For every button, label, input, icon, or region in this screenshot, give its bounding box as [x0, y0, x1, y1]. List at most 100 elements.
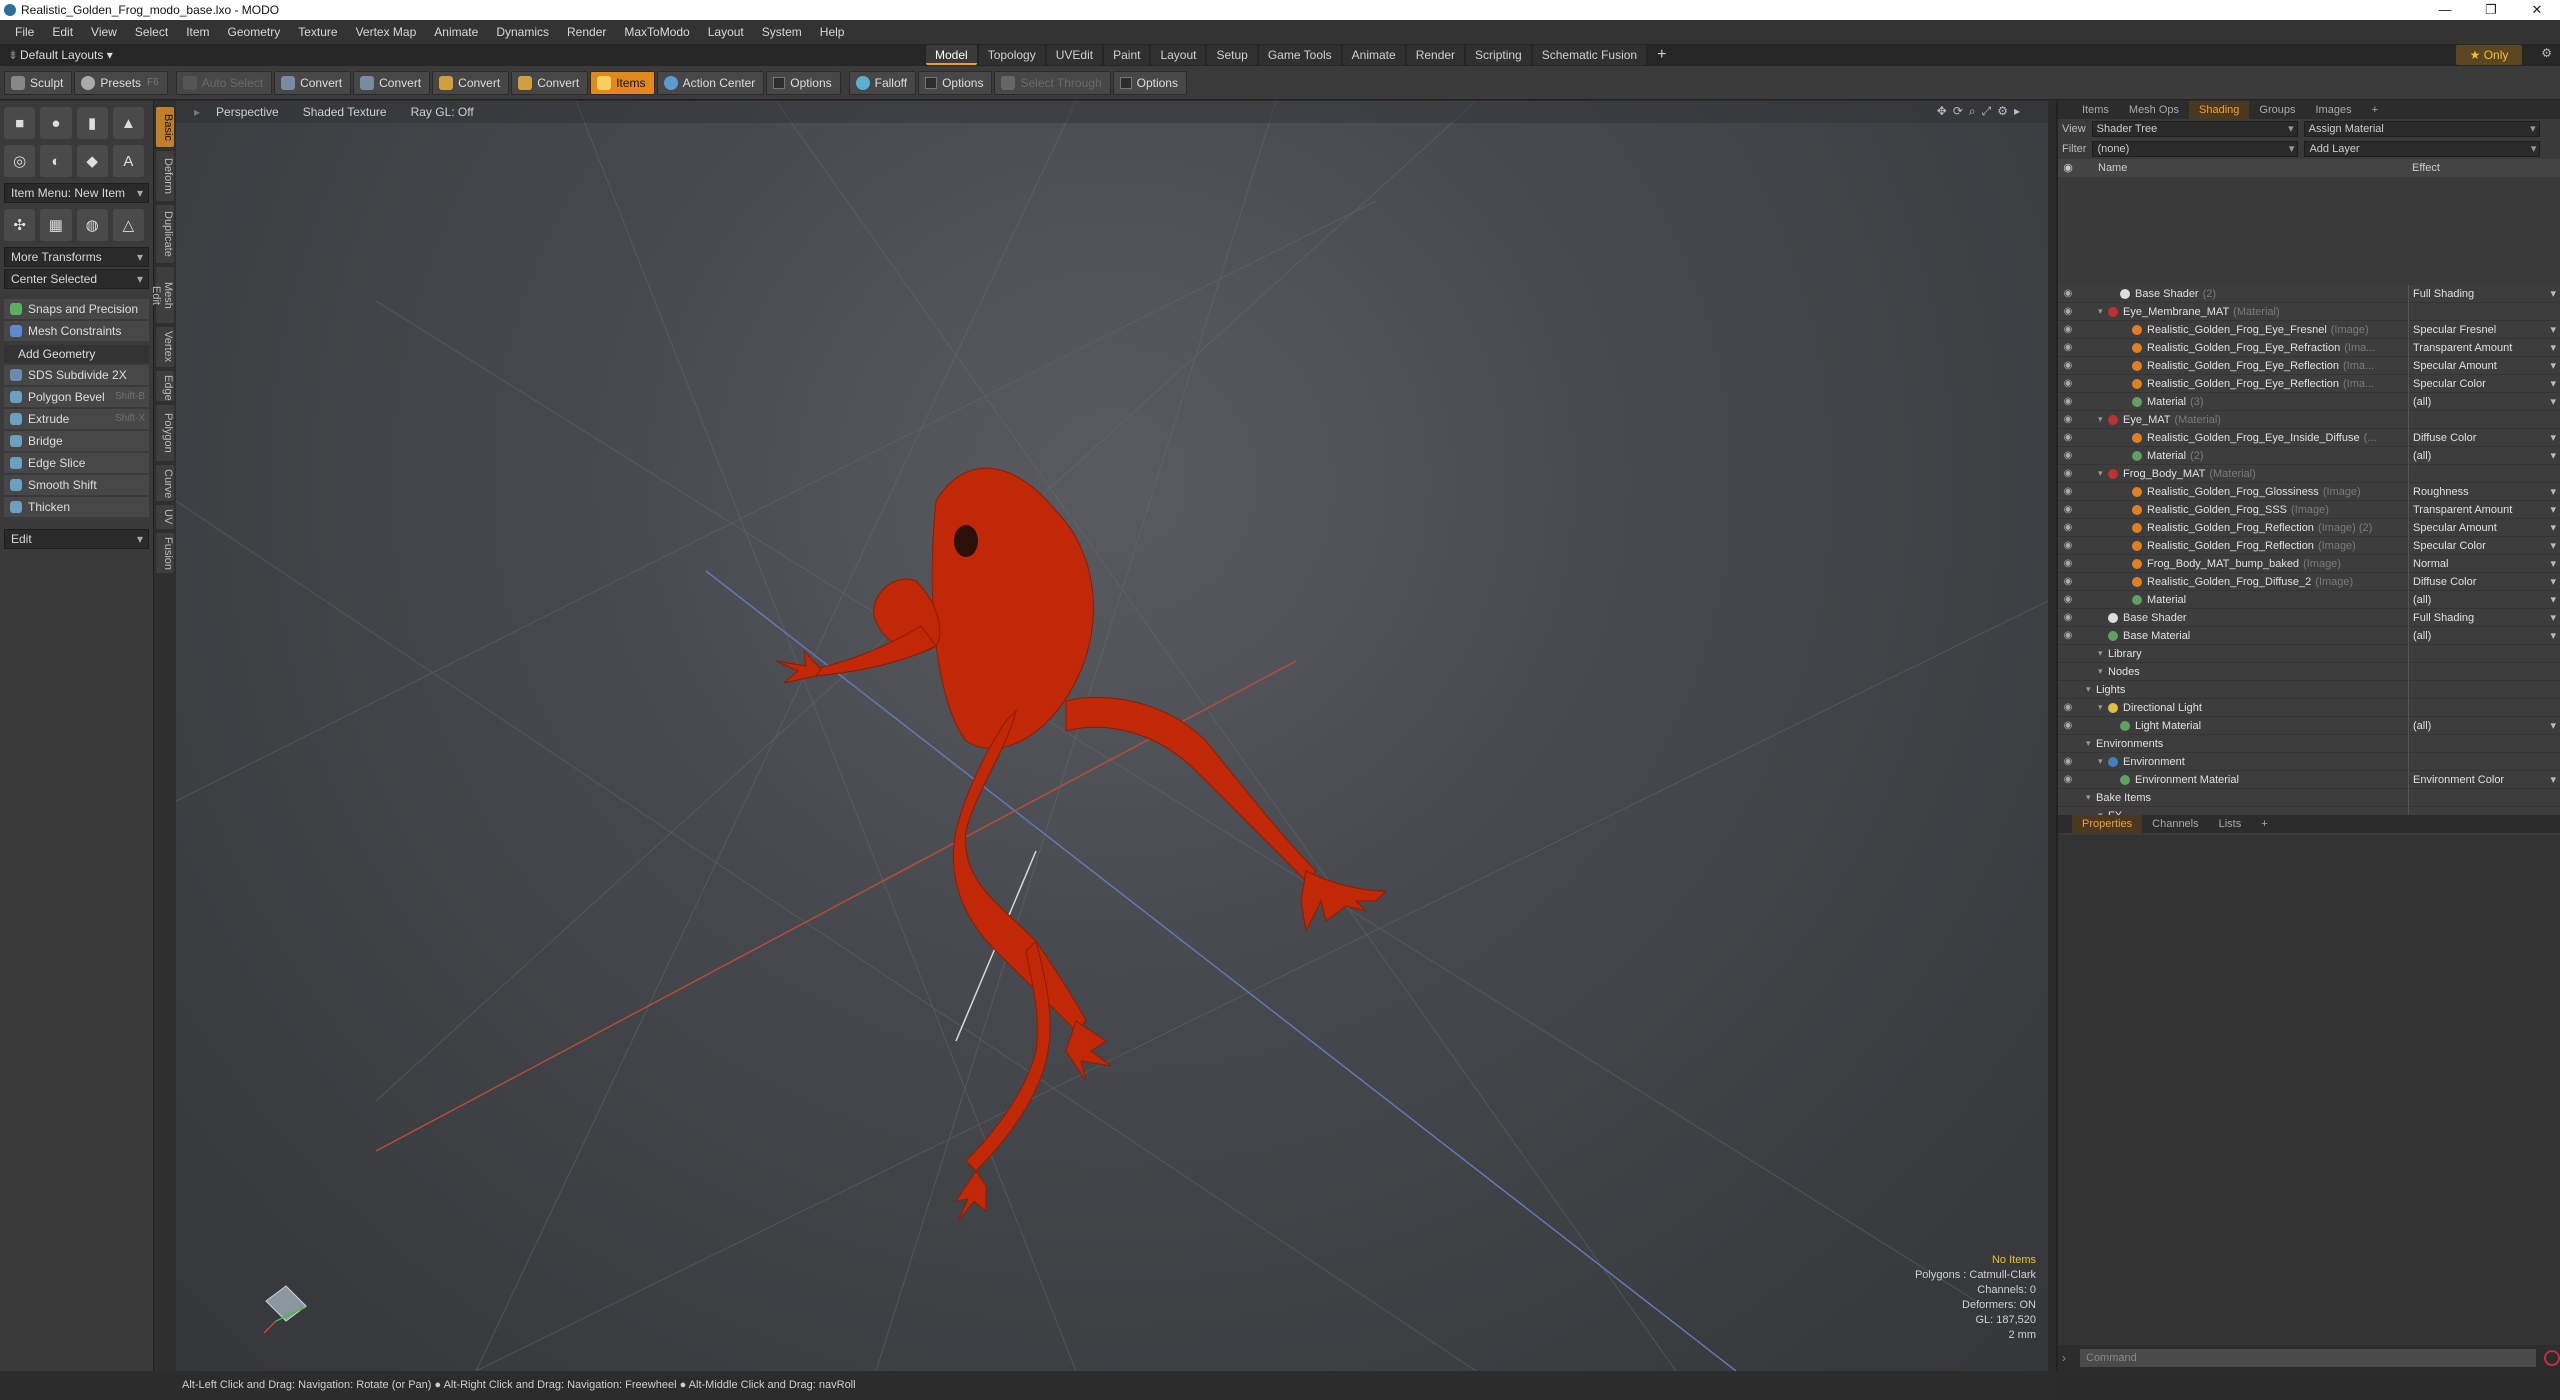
add-layer-dropdown[interactable]: Add Layer	[2304, 141, 2541, 157]
vtab-edge[interactable]: Edge	[156, 371, 174, 401]
tree-effect[interactable]	[2408, 302, 2560, 321]
tab-schematic-fusion[interactable]: Schematic Fusion	[1532, 45, 1647, 65]
menu-item-edit[interactable]: Edit	[43, 20, 82, 44]
expand-triangle-icon[interactable]: ▾	[2098, 756, 2108, 767]
tree-row[interactable]: ◉ Realistic_Golden_Frog_Eye_Reflection (Im…	[2058, 374, 2560, 393]
tree-row[interactable]: ◉ Realistic_Golden_Frog_Eye_Refraction (Im…	[2058, 338, 2560, 357]
minimize-button[interactable]: —	[2422, 0, 2468, 20]
command-history-icon[interactable]	[2544, 1350, 2560, 1366]
tree-row[interactable]: ◉ Light Material (all) ▾	[2058, 716, 2560, 735]
tree-effect[interactable]: Roughness ▾	[2408, 482, 2560, 501]
tree-effect[interactable]: Specular Color ▾	[2408, 536, 2560, 555]
plane-icon[interactable]: ◆	[76, 145, 108, 177]
panel-tab-properties[interactable]: Properties	[2072, 815, 2143, 833]
dropdown-arrow-icon[interactable]: ▾	[2550, 591, 2556, 609]
tree-effect[interactable]: (all) ▾	[2408, 716, 2560, 735]
panel-tab-shading[interactable]: Shading	[2189, 101, 2250, 119]
add-geometry-header[interactable]: Add Geometry	[4, 345, 149, 363]
panel-tab-groups[interactable]: Groups	[2249, 101, 2305, 119]
tab-paint[interactable]: Paint	[1104, 45, 1150, 65]
tool-extrude[interactable]: Extrude Shift-X	[4, 409, 149, 429]
tree-effect[interactable]	[2408, 410, 2560, 429]
tree-effect[interactable]	[2408, 734, 2560, 753]
mesh-constraints-button[interactable]: Mesh Constraints	[4, 321, 149, 341]
vtab-basic[interactable]: Basic	[156, 107, 174, 147]
vtab-curve[interactable]: Curve	[156, 465, 174, 501]
tree-effect[interactable]	[2408, 662, 2560, 681]
tree-row[interactable]: ◉ Frog_Body_MAT_bump_baked (Image) Normal ▾	[2058, 554, 2560, 573]
dropdown-arrow-icon[interactable]: ▾	[2550, 429, 2556, 447]
dropdown-arrow-icon[interactable]: ▾	[2550, 483, 2556, 501]
tree-row[interactable]: ◉ Environment Material Environment Color ▾	[2058, 770, 2560, 789]
capsule-icon[interactable]: ◐	[40, 145, 72, 177]
dropdown-arrow-icon[interactable]: ▾	[2550, 357, 2556, 375]
tree-row[interactable]: ◉ Realistic_Golden_Frog_Eye_Inside_Diffus…	[2058, 428, 2560, 447]
vtab-vertex[interactable]: Vertex	[156, 327, 174, 367]
tree-row[interactable]: ◉ ▾ Eye_Membrane_MAT (Material)	[2058, 302, 2560, 321]
tree-effect[interactable]: (all) ▾	[2408, 392, 2560, 411]
tree-effect[interactable]	[2408, 680, 2560, 699]
tree-row[interactable]: ◉ Base Shader (2) Full Shading ▾	[2058, 285, 2560, 303]
dropdown-arrow-icon[interactable]: ▾	[2550, 627, 2556, 645]
visibility-eye-icon[interactable]: ◉	[2058, 774, 2078, 785]
visibility-eye-icon[interactable]: ◉	[2058, 396, 2078, 407]
tree-effect[interactable]: Full Shading ▾	[2408, 285, 2560, 303]
assign-material-dropdown[interactable]: Assign Material	[2303, 121, 2540, 137]
tree-effect[interactable]: Diffuse Color ▾	[2408, 428, 2560, 447]
tab-uvedit[interactable]: UVEdit	[1046, 45, 1103, 65]
tree-effect[interactable]: Normal ▾	[2408, 554, 2560, 573]
tree-effect[interactable]	[2408, 464, 2560, 483]
raygl-button[interactable]: Ray GL: Off	[399, 105, 486, 119]
cylinder-icon[interactable]: ▮	[76, 107, 108, 139]
menu-item-dynamics[interactable]: Dynamics	[487, 20, 558, 44]
dropdown-arrow-icon[interactable]: ▾	[2550, 555, 2556, 573]
action-center-button[interactable]: Action Center	[656, 70, 765, 95]
tab-layout[interactable]: Layout	[1151, 45, 1206, 65]
dropdown-arrow-icon[interactable]: ▾	[2550, 537, 2556, 555]
dropdown-arrow-icon[interactable]: ▾	[2550, 375, 2556, 393]
visibility-eye-icon[interactable]: ◉	[2058, 612, 2078, 623]
tab-topology[interactable]: Topology	[978, 45, 1045, 65]
pyramid-icon[interactable]: △	[112, 209, 144, 241]
menu-item-system[interactable]: System	[753, 20, 811, 44]
globe-icon[interactable]: ◍	[76, 209, 108, 241]
tree-row[interactable]: ◉ ▾ Directional Light	[2058, 698, 2560, 717]
tree-row[interactable]: ◉ ▾ Environment	[2058, 752, 2560, 771]
frog-model[interactable]	[775, 467, 1388, 1222]
effect-column-header[interactable]: Effect	[2408, 159, 2440, 177]
tab-game-tools[interactable]: Game Tools	[1258, 45, 1341, 65]
tree-row[interactable]: ◉ ▾ Eye_MAT (Material)	[2058, 410, 2560, 429]
name-column-header[interactable]: Name	[2078, 159, 2408, 177]
menu-item-animate[interactable]: Animate	[425, 20, 487, 44]
tree-row[interactable]: ▾ Nodes	[2058, 662, 2560, 681]
menu-item-view[interactable]: View	[82, 20, 126, 44]
panel-tab-lists[interactable]: Lists	[2209, 815, 2252, 833]
panel-tab-images[interactable]: Images	[2306, 101, 2362, 119]
cone-icon[interactable]: ▲	[112, 107, 144, 139]
panel-tab-mesh-ops[interactable]: Mesh Ops	[2119, 101, 2189, 119]
tool-smooth-shift[interactable]: Smooth Shift	[4, 475, 149, 495]
convert-edge-button[interactable]: Convert	[353, 70, 431, 95]
dropdown-arrow-icon[interactable]: ▾	[2550, 609, 2556, 627]
dropdown-arrow-icon[interactable]: ▾	[2550, 285, 2556, 303]
tree-row[interactable]: ▾ Lights	[2058, 680, 2560, 699]
menu-item-texture[interactable]: Texture	[289, 20, 346, 44]
add-panel-tab-icon[interactable]: +	[2251, 815, 2277, 833]
tree-row[interactable]: ◉ Base Shader Full Shading ▾	[2058, 608, 2560, 627]
text-icon[interactable]: A	[112, 145, 144, 177]
tree-row[interactable]: ◉ Realistic_Golden_Frog_SSS (Image) Transpa…	[2058, 500, 2560, 519]
tree-effect[interactable]: Transparent Amount ▾	[2408, 500, 2560, 519]
visibility-eye-icon[interactable]: ◉	[2058, 468, 2078, 479]
tree-row[interactable]: ◉ Realistic_Golden_Frog_Glossiness (Image)…	[2058, 482, 2560, 501]
vtab-polygon[interactable]: Polygon	[156, 405, 174, 461]
snaps-precision-button[interactable]: Snaps and Precision	[4, 299, 149, 319]
shading-mode-button[interactable]: Shaded Texture	[291, 105, 399, 119]
tool-polygon-bevel[interactable]: Polygon Bevel Shift-B	[4, 387, 149, 407]
cube-icon[interactable]: ■	[4, 107, 36, 139]
dropdown-arrow-icon[interactable]: ▾	[2550, 573, 2556, 591]
menu-item-help[interactable]: Help	[811, 20, 854, 44]
grid-icon[interactable]: ▦	[40, 209, 72, 241]
tree-effect[interactable]	[2408, 698, 2560, 717]
close-button[interactable]: ✕	[2514, 0, 2560, 20]
command-input[interactable]: Command	[2080, 1349, 2537, 1367]
